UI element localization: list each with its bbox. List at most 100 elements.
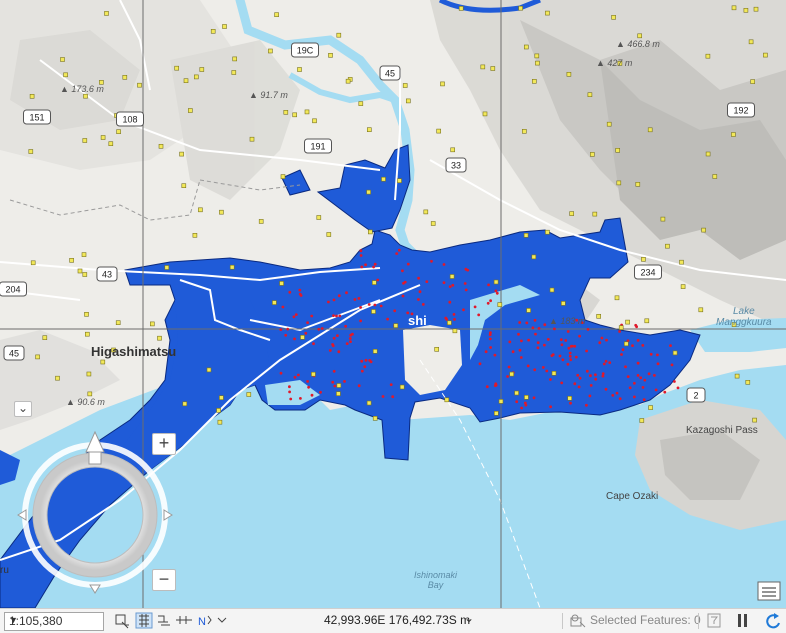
flood-point	[518, 348, 522, 352]
zoom-in-button[interactable]: +	[152, 433, 176, 455]
poi-point	[447, 320, 452, 326]
poi-point	[77, 268, 83, 274]
poi-point	[623, 341, 629, 347]
poi-point	[665, 243, 670, 249]
place-label-kazagoshi: Kazagoshi Pass	[686, 425, 758, 436]
refresh-icon	[766, 613, 780, 629]
flood-point	[589, 374, 592, 378]
svg-text:N: N	[198, 616, 206, 628]
flood-point	[478, 362, 482, 366]
flood-point	[379, 304, 383, 308]
poi-point	[372, 348, 378, 354]
poi-point	[399, 384, 405, 390]
poi-point	[328, 52, 333, 58]
poi-point	[521, 129, 527, 134]
flood-point	[654, 388, 658, 392]
zoom-out-button[interactable]: −	[152, 569, 176, 591]
poi-point	[115, 320, 121, 326]
flood-point	[328, 349, 332, 352]
poi-point	[199, 67, 205, 72]
flood-point	[577, 385, 581, 389]
poi-point	[116, 129, 121, 134]
poi-point	[336, 32, 342, 38]
flood-point	[402, 281, 405, 285]
flood-point	[578, 334, 581, 338]
chevron-down-icon: ▼	[9, 615, 18, 625]
flood-point	[558, 354, 562, 358]
road-shield: 191	[304, 138, 332, 154]
flood-point	[546, 338, 550, 341]
flood-point	[386, 317, 389, 321]
poi-point	[531, 254, 537, 260]
poi-point	[312, 118, 317, 124]
flood-point	[336, 334, 339, 337]
flood-point	[397, 248, 401, 252]
flood-point	[363, 365, 367, 369]
svg-text:45: 45	[385, 69, 395, 79]
poi-point	[179, 151, 184, 157]
poi-point	[625, 319, 630, 325]
status-toolbar-icons: N	[115, 612, 227, 629]
poi-point	[493, 410, 499, 416]
flood-point	[488, 337, 492, 341]
expand-navigator-button[interactable]: ⌄	[14, 401, 32, 417]
flood-point	[569, 358, 573, 362]
poi-point	[316, 215, 322, 220]
flood-point	[608, 361, 612, 364]
poi-point	[268, 48, 273, 54]
road-shield: 192	[727, 102, 755, 118]
flood-point	[601, 372, 605, 375]
flood-point	[442, 281, 446, 284]
flood-point	[578, 376, 582, 380]
poi-point	[535, 60, 540, 66]
selected-features-icon[interactable]	[568, 612, 588, 629]
flood-point	[559, 338, 563, 341]
poi-point	[55, 375, 60, 381]
svg-text:192: 192	[733, 106, 748, 116]
coordinate-format-dropdown[interactable]: ⌄	[464, 611, 474, 625]
flood-point	[359, 254, 363, 257]
poi-point	[567, 395, 573, 401]
flood-point	[621, 348, 625, 351]
selected-features-count[interactable]: Selected Features: 0	[590, 613, 701, 627]
poi-point	[60, 57, 65, 62]
flood-point	[281, 305, 285, 309]
poi-point	[430, 221, 436, 226]
poi-point	[137, 82, 142, 88]
poi-point	[397, 178, 402, 183]
flood-point	[337, 294, 341, 298]
flood-point	[536, 346, 540, 350]
road-shield: 234	[634, 264, 662, 280]
poi-point	[183, 78, 189, 83]
poi-point	[366, 400, 372, 406]
flood-point	[359, 249, 363, 253]
flood-point	[452, 313, 456, 316]
flood-point	[573, 344, 577, 348]
flood-point	[633, 395, 636, 399]
poi-point	[336, 383, 342, 388]
poi-point	[219, 209, 224, 215]
poi-point	[731, 5, 737, 11]
poi-point	[219, 395, 224, 401]
svg-text:191: 191	[310, 142, 325, 152]
poi-point	[216, 408, 221, 413]
poi-point	[229, 264, 235, 270]
flood-point	[466, 268, 470, 272]
flood-point	[401, 294, 405, 298]
flood-point	[631, 344, 634, 347]
flood-point	[494, 289, 498, 293]
flood-point	[421, 303, 425, 306]
basemap-gallery-icon[interactable]	[757, 581, 781, 601]
svg-text:204: 204	[5, 285, 20, 295]
poi-point	[560, 301, 566, 306]
flood-point	[618, 330, 621, 333]
poi-point	[198, 207, 203, 213]
elevation-label: ▲ 183 m	[549, 316, 586, 326]
flood-point	[332, 314, 335, 317]
poi-point	[705, 53, 711, 59]
scale-selector[interactable]: 1:105,380 ▼	[4, 612, 104, 631]
map-view[interactable]: 19C 45 151 108 191 33 192 43 234 204 45 2 Higashima…	[0, 0, 786, 608]
flood-point	[641, 344, 645, 347]
poi-point	[569, 211, 575, 216]
flood-point	[364, 358, 368, 362]
